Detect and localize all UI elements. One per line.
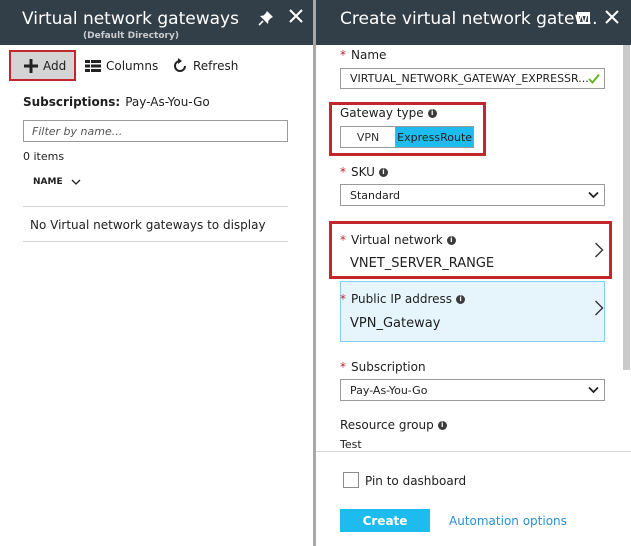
info-icon[interactable]: i bbox=[378, 167, 388, 177]
name-label-text: Name bbox=[351, 48, 387, 62]
gateway-type-toggle[interactable]: VPN ExpressRoute bbox=[340, 126, 474, 148]
left-blade-title: Virtual network gateways bbox=[22, 9, 239, 29]
refresh-button[interactable]: Refresh bbox=[172, 50, 238, 81]
resource-group-field-label: Resource group i bbox=[340, 418, 447, 432]
subscription-field-label: * Subscription bbox=[340, 360, 426, 374]
filter-by-name-input[interactable] bbox=[23, 120, 288, 142]
left-blade-header: Virtual network gateways (Default Direct… bbox=[0, 0, 313, 45]
required-marker: * bbox=[340, 360, 346, 374]
public-ip-address-selector[interactable] bbox=[340, 281, 605, 342]
refresh-icon bbox=[174, 57, 186, 72]
name-column-header[interactable]: NAME bbox=[33, 177, 81, 187]
virtual-network-field-label: * Virtual network i bbox=[340, 233, 456, 247]
plus-icon bbox=[24, 58, 38, 73]
name-column-label: NAME bbox=[33, 177, 63, 187]
public-ip-field-label: * Public IP address i bbox=[340, 292, 466, 306]
columns-label: Columns bbox=[106, 58, 159, 73]
subscriptions-label: Subscriptions: bbox=[23, 95, 121, 109]
sku-value: Standard bbox=[350, 188, 401, 202]
info-icon[interactable]: i bbox=[446, 235, 456, 245]
subscription-label-text: Subscription bbox=[351, 360, 426, 374]
create-virtual-network-gateway-blade: Create virtual network gatew.. * Name VI… bbox=[316, 0, 631, 546]
gateway-type-option-expressroute[interactable]: ExpressRoute bbox=[395, 127, 473, 147]
right-blade-title: Create virtual network gatew.. bbox=[340, 9, 598, 29]
list-header-divider bbox=[23, 206, 288, 207]
virtual-network-gateways-blade: Virtual network gateways (Default Direct… bbox=[0, 0, 313, 546]
resource-group-value: Test bbox=[340, 438, 362, 451]
virtual-network-value: VNET_SERVER_RANGE bbox=[350, 256, 495, 271]
chevron-down-icon bbox=[588, 191, 599, 199]
sku-dropdown[interactable]: Standard bbox=[340, 184, 605, 206]
required-marker: * bbox=[340, 292, 346, 306]
info-icon[interactable]: i bbox=[427, 108, 437, 118]
required-marker: * bbox=[340, 48, 346, 62]
form-scrollbar[interactable] bbox=[623, 45, 630, 370]
checkmark-icon bbox=[588, 73, 600, 84]
pin-to-dashboard-checkbox[interactable] bbox=[343, 472, 359, 488]
virtual-network-label-text: Virtual network bbox=[351, 233, 443, 247]
public-ip-label-text: Public IP address bbox=[351, 292, 453, 306]
chevron-right-icon[interactable] bbox=[594, 300, 604, 316]
subscriptions-value[interactable]: Pay-As-You-Go bbox=[125, 95, 209, 109]
pin-icon[interactable] bbox=[258, 10, 274, 26]
maximize-icon[interactable] bbox=[577, 12, 590, 24]
info-icon[interactable]: i bbox=[456, 294, 466, 304]
empty-list-message: No Virtual network gateways to display bbox=[30, 218, 266, 232]
sku-label-text: SKU bbox=[351, 165, 375, 179]
automation-options-link[interactable]: Automation options bbox=[449, 514, 567, 528]
chevron-right-icon[interactable] bbox=[594, 242, 604, 258]
columns-button[interactable]: Columns bbox=[85, 50, 158, 81]
subscriptions-filter[interactable]: Subscriptions: Pay-As-You-Go bbox=[23, 95, 210, 109]
close-icon[interactable] bbox=[605, 10, 619, 24]
gateway-type-label: Gateway type i bbox=[340, 106, 437, 120]
resource-group-label-text: Resource group bbox=[340, 418, 434, 432]
required-marker: * bbox=[340, 233, 346, 247]
columns-icon bbox=[85, 59, 101, 72]
left-toolbar: Add Columns Refresh bbox=[0, 45, 313, 85]
sku-field-label: * SKU i bbox=[340, 165, 388, 179]
info-icon[interactable]: i bbox=[437, 420, 447, 430]
items-count: 0 items bbox=[23, 150, 65, 163]
add-button[interactable]: Add bbox=[9, 50, 76, 81]
gateway-type-label-text: Gateway type bbox=[340, 106, 424, 120]
gateway-type-option-vpn[interactable]: VPN bbox=[341, 127, 395, 147]
left-blade-subtitle: (Default Directory) bbox=[83, 31, 179, 41]
list-bottom-divider bbox=[23, 241, 288, 242]
subscription-dropdown[interactable]: Pay-As-You-Go bbox=[340, 379, 605, 401]
refresh-label: Refresh bbox=[193, 58, 239, 73]
pin-to-dashboard-label[interactable]: Pin to dashboard bbox=[365, 474, 466, 488]
name-value: VIRTUAL_NETWORK_GATEWAY_EXPRESSR... bbox=[350, 72, 589, 85]
chevron-down-icon bbox=[71, 179, 81, 185]
footer-divider bbox=[316, 451, 631, 452]
chevron-down-icon bbox=[588, 386, 599, 394]
add-label: Add bbox=[43, 58, 67, 73]
name-field-label: * Name bbox=[340, 48, 386, 62]
create-button[interactable]: Create bbox=[340, 509, 430, 532]
required-marker: * bbox=[340, 165, 346, 179]
public-ip-value: VPN_Gateway bbox=[350, 316, 441, 331]
name-input[interactable]: VIRTUAL_NETWORK_GATEWAY_EXPRESSR... bbox=[340, 68, 605, 89]
subscription-value: Pay-As-You-Go bbox=[350, 383, 428, 397]
close-icon[interactable] bbox=[289, 9, 303, 23]
right-blade-header: Create virtual network gatew.. bbox=[316, 0, 631, 45]
